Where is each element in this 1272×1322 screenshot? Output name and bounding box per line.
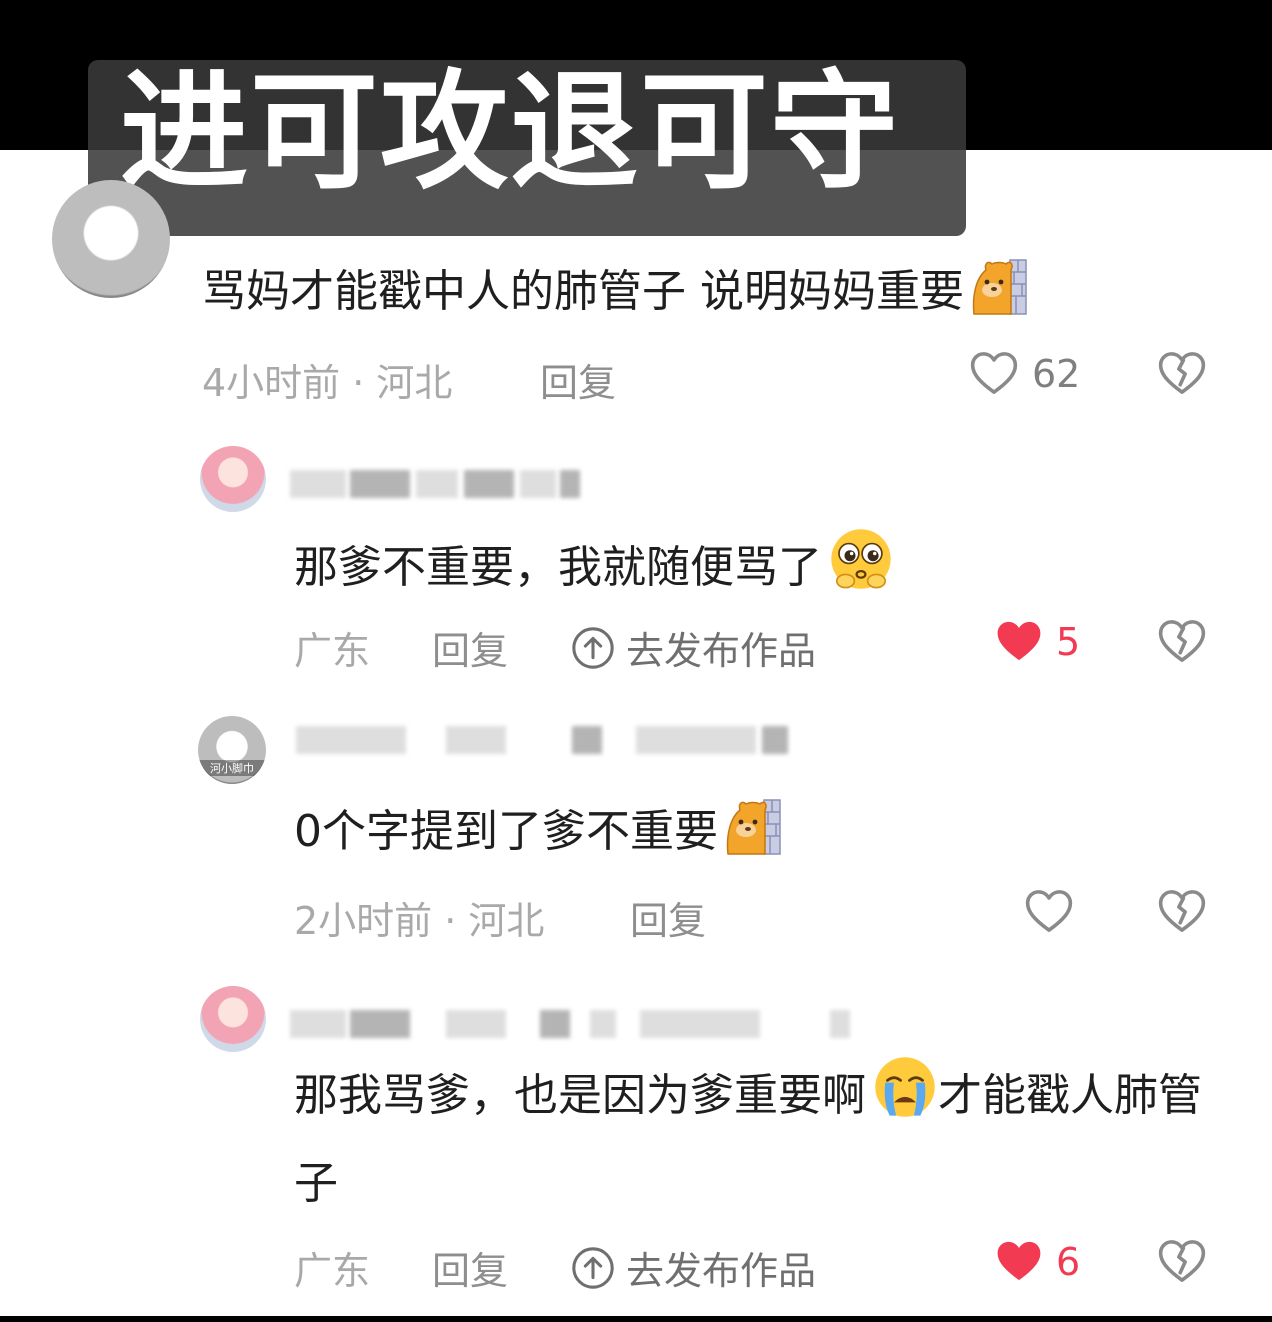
- dislike-broken-heart-icon[interactable]: [1155, 1234, 1209, 1288]
- username-blurred: [290, 470, 580, 498]
- reply-button[interactable]: 回复: [630, 890, 706, 945]
- publish-button[interactable]: 去发布作品: [570, 1240, 816, 1295]
- crying-face-icon: [872, 1054, 938, 1120]
- reply-button[interactable]: 回复: [540, 352, 616, 407]
- bottom-border: [0, 1316, 1272, 1322]
- pleading-face-icon: [828, 526, 894, 592]
- like-heart-filled-icon[interactable]: [992, 1234, 1046, 1288]
- upload-icon: [570, 625, 616, 671]
- comment-location: 广东: [294, 629, 371, 673]
- overlay-title: 进可攻退可守: [120, 58, 901, 207]
- bear-peek-icon: [970, 256, 1030, 316]
- like-heart-icon[interactable]: [967, 346, 1021, 400]
- like-count: 62: [1032, 352, 1081, 396]
- publish-button[interactable]: 去发布作品: [570, 620, 816, 675]
- avatar[interactable]: [52, 180, 170, 298]
- like-count: 5: [1056, 620, 1081, 664]
- comment-location: 广东: [294, 1249, 371, 1293]
- avatar[interactable]: [200, 986, 266, 1052]
- dislike-broken-heart-icon[interactable]: [1155, 884, 1209, 938]
- avatar[interactable]: [200, 446, 266, 512]
- comment-text: 0个字提到了爹不重要: [294, 796, 784, 862]
- reply-button[interactable]: 回复: [432, 1240, 508, 1295]
- username-blurred: [296, 726, 790, 754]
- avatar-badge: 河小脚巾: [198, 760, 266, 776]
- comment-text: 那我骂爹，也是因为爹重要啊 才能戳人肺管子: [294, 1052, 1214, 1228]
- username-blurred: [290, 1010, 850, 1038]
- upload-icon: [570, 1245, 616, 1291]
- bear-peek-icon: [724, 796, 784, 856]
- like-heart-icon[interactable]: [1022, 884, 1076, 938]
- reply-button[interactable]: 回复: [432, 620, 508, 675]
- dislike-broken-heart-icon[interactable]: [1155, 614, 1209, 668]
- avatar[interactable]: 河小脚巾: [198, 716, 266, 784]
- like-heart-filled-icon[interactable]: [992, 614, 1046, 668]
- comment-time: 2小时前 · 河北: [294, 899, 545, 943]
- like-count: 6: [1056, 1240, 1081, 1284]
- comment-time: 4小时前 · 河北: [202, 361, 453, 405]
- comment-text: 骂妈才能戳中人的肺管子 说明妈妈重要: [202, 256, 1030, 322]
- dislike-broken-heart-icon[interactable]: [1155, 346, 1209, 400]
- comment-text: 那爹不重要，我就随便骂了: [294, 526, 894, 598]
